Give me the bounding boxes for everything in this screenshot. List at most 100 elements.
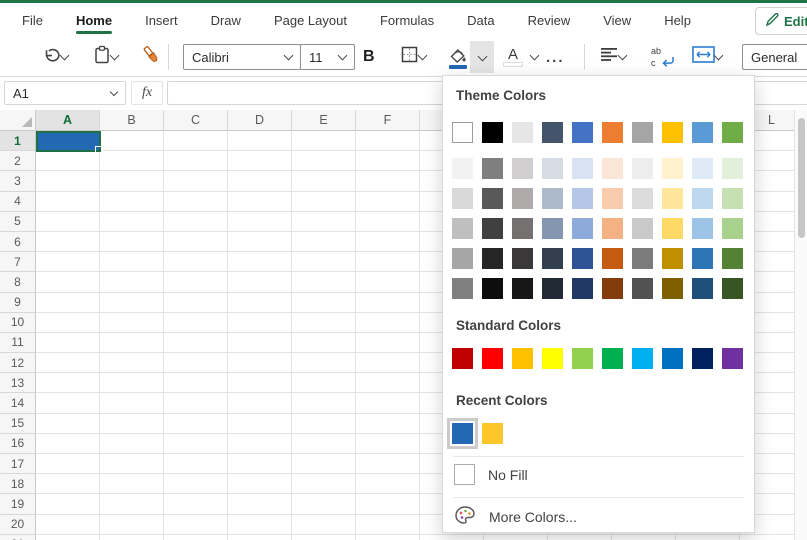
color-swatch[interactable] (662, 278, 683, 299)
color-swatch[interactable] (542, 158, 563, 179)
color-swatch[interactable] (632, 218, 653, 239)
color-swatch[interactable] (692, 188, 713, 209)
row-header-7[interactable]: 7 (0, 252, 36, 272)
color-swatch[interactable] (722, 348, 743, 369)
row-header-13[interactable]: 13 (0, 373, 36, 393)
color-swatch[interactable] (662, 122, 683, 143)
color-swatch[interactable] (692, 248, 713, 269)
scrollbar-thumb[interactable] (798, 118, 805, 238)
vertical-scrollbar[interactable] (794, 110, 807, 540)
color-swatch[interactable] (692, 278, 713, 299)
row-header-19[interactable]: 19 (0, 494, 36, 514)
color-swatch[interactable] (632, 278, 653, 299)
row-header-10[interactable]: 10 (0, 313, 36, 333)
color-swatch[interactable] (722, 122, 743, 143)
selected-cell-a1[interactable] (36, 131, 101, 152)
insert-function-button[interactable]: fx (131, 81, 163, 105)
tab-formulas[interactable]: Formulas (380, 3, 434, 38)
row-header-9[interactable]: 9 (0, 293, 36, 313)
tab-help[interactable]: Help (664, 3, 691, 38)
color-swatch[interactable] (692, 218, 713, 239)
color-swatch[interactable] (632, 348, 653, 369)
color-swatch[interactable] (452, 158, 473, 179)
color-swatch[interactable] (632, 158, 653, 179)
color-swatch[interactable] (482, 423, 503, 444)
color-swatch[interactable] (632, 248, 653, 269)
color-swatch[interactable] (722, 248, 743, 269)
color-swatch[interactable] (542, 248, 563, 269)
color-swatch[interactable] (482, 218, 503, 239)
row-header-6[interactable]: 6 (0, 232, 36, 252)
color-swatch[interactable] (482, 278, 503, 299)
row-header-17[interactable]: 17 (0, 454, 36, 474)
tab-insert[interactable]: Insert (145, 3, 178, 38)
tab-draw[interactable]: Draw (211, 3, 241, 38)
color-swatch[interactable] (542, 218, 563, 239)
name-box[interactable]: A1 (4, 81, 126, 105)
color-swatch[interactable] (512, 188, 533, 209)
row-header-18[interactable]: 18 (0, 474, 36, 494)
row-header-5[interactable]: 5 (0, 212, 36, 232)
color-swatch[interactable] (512, 122, 533, 143)
no-fill-option[interactable]: No Fill (454, 464, 528, 485)
color-swatch[interactable] (602, 122, 623, 143)
color-swatch[interactable] (602, 248, 623, 269)
color-swatch[interactable] (602, 278, 623, 299)
color-swatch[interactable] (602, 188, 623, 209)
color-swatch[interactable] (482, 348, 503, 369)
fill-color-dropdown-button[interactable] (470, 41, 494, 73)
color-swatch[interactable] (512, 278, 533, 299)
color-swatch[interactable] (662, 218, 683, 239)
color-swatch[interactable] (662, 348, 683, 369)
column-header-d[interactable]: D (228, 110, 292, 131)
color-swatch[interactable] (452, 248, 473, 269)
row-header-21[interactable]: 21 (0, 535, 36, 540)
fill-color-button[interactable] (447, 38, 469, 76)
color-swatch[interactable] (512, 348, 533, 369)
font-name-combo[interactable]: Calibri (183, 44, 301, 70)
tab-file[interactable]: File (22, 3, 43, 38)
color-swatch[interactable] (632, 188, 653, 209)
column-header-a[interactable]: A (36, 110, 100, 131)
color-swatch[interactable] (602, 158, 623, 179)
color-swatch[interactable] (542, 188, 563, 209)
column-header-c[interactable]: C (164, 110, 228, 131)
column-header-b[interactable]: B (100, 110, 164, 131)
undo-button[interactable] (42, 38, 68, 76)
borders-button[interactable] (400, 38, 426, 76)
color-swatch[interactable] (662, 248, 683, 269)
color-swatch[interactable] (602, 218, 623, 239)
color-swatch[interactable] (572, 248, 593, 269)
bold-button[interactable]: B (363, 38, 375, 76)
color-swatch[interactable] (722, 278, 743, 299)
column-header-e[interactable]: E (292, 110, 356, 131)
font-size-combo[interactable]: 11 (300, 44, 355, 70)
row-header-15[interactable]: 15 (0, 414, 36, 434)
row-header-8[interactable]: 8 (0, 272, 36, 292)
row-header-3[interactable]: 3 (0, 171, 36, 191)
color-swatch[interactable] (572, 188, 593, 209)
row-header-1[interactable]: 1 (0, 131, 36, 151)
color-swatch[interactable] (722, 218, 743, 239)
color-swatch[interactable] (482, 188, 503, 209)
color-swatch[interactable] (512, 158, 533, 179)
row-header-4[interactable]: 4 (0, 192, 36, 212)
color-swatch[interactable] (542, 278, 563, 299)
row-header-11[interactable]: 11 (0, 333, 36, 353)
color-swatch[interactable] (482, 158, 503, 179)
color-swatch[interactable] (542, 348, 563, 369)
color-swatch[interactable] (452, 423, 473, 444)
color-swatch[interactable] (602, 348, 623, 369)
select-all-button[interactable] (0, 110, 36, 131)
color-swatch[interactable] (692, 122, 713, 143)
color-swatch[interactable] (452, 188, 473, 209)
format-painter-button[interactable] (141, 38, 162, 76)
tab-view[interactable]: View (603, 3, 631, 38)
font-color-button[interactable]: A (503, 38, 538, 76)
color-swatch[interactable] (572, 158, 593, 179)
color-swatch[interactable] (572, 278, 593, 299)
tab-home[interactable]: Home (76, 3, 112, 38)
color-swatch[interactable] (452, 122, 473, 143)
color-swatch[interactable] (452, 218, 473, 239)
wrap-text-button[interactable]: ab c (650, 38, 674, 76)
